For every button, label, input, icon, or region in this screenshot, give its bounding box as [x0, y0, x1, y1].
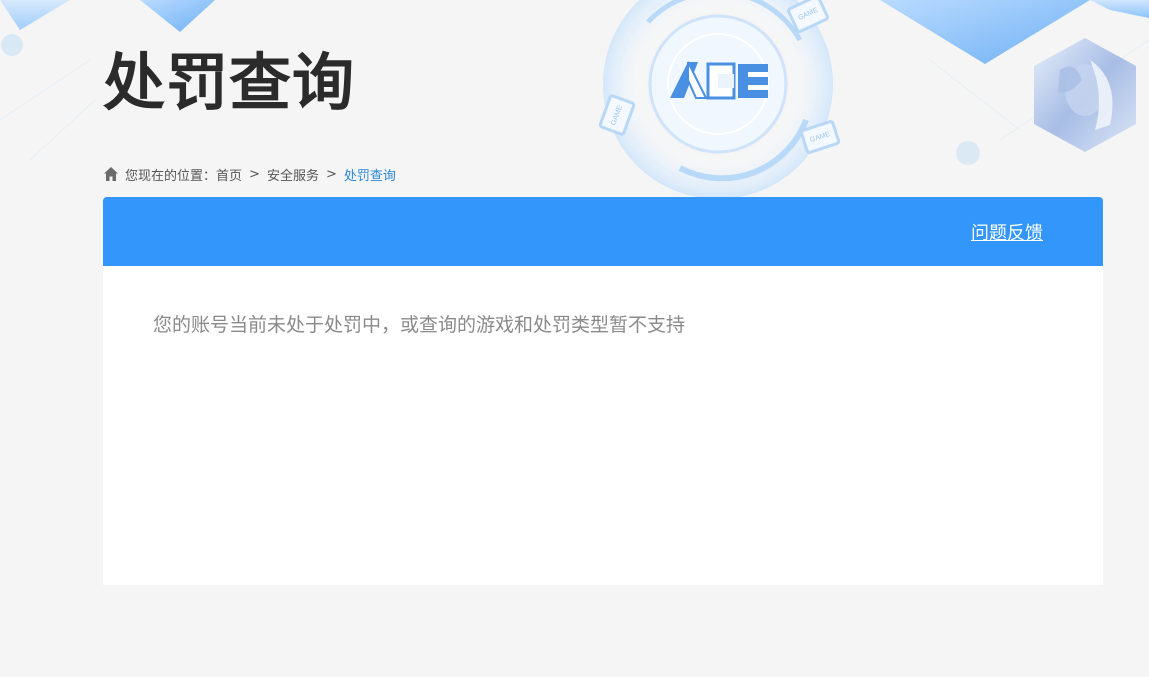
result-panel: 您的账号当前未处于处罚中，或查询的游戏和处罚类型暂不支持 [103, 266, 1103, 585]
breadcrumb-prefix: 您现在的位置： [125, 168, 217, 184]
page-title: 处罚查询 [103, 46, 356, 119]
result-message: 您的账号当前未处于处罚中，或查询的游戏和处罚类型暂不支持 [153, 314, 686, 336]
result-header-bar: 问题反馈 [103, 197, 1103, 266]
breadcrumb-separator: > [249, 166, 260, 182]
game-badge-text: GAME [797, 6, 819, 22]
game-badge-text: GAME [610, 104, 624, 126]
ace-logo-icon [670, 61, 768, 100]
breadcrumb-separator: > [325, 166, 337, 182]
breadcrumb: 您现在的位置： 首页 > 安全服务 > 处罚查询 [103, 164, 396, 184]
game-badge-icon: GAME [785, 0, 831, 35]
home-icon [104, 167, 118, 181]
breadcrumb-link-home[interactable]: 首页 [216, 165, 242, 184]
game-badge-text: GAME [809, 130, 831, 144]
breadcrumb-link-security-service[interactable]: 安全服务 [267, 165, 319, 184]
breadcrumb-current: 处罚查询 [343, 168, 396, 184]
feedback-link[interactable]: 问题反馈 [971, 219, 1043, 245]
ace-logo [668, 58, 772, 102]
game-badge-icon: GAME [597, 93, 637, 137]
game-badge-icon: GAME [798, 119, 842, 155]
